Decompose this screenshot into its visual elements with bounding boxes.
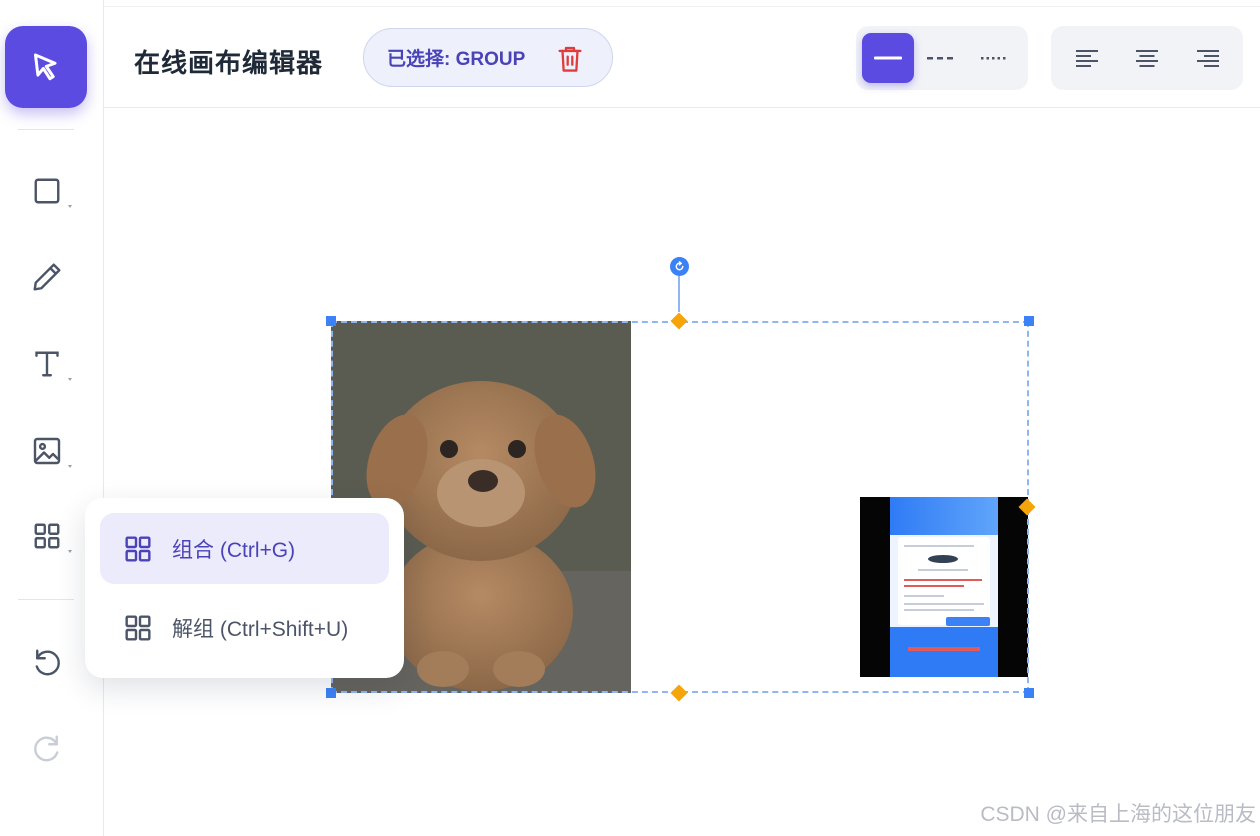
dotted-line-icon (981, 57, 1006, 60)
delete-trash-icon[interactable] (556, 44, 584, 74)
shape-tool-button[interactable] (8, 152, 86, 230)
group-menu-popup: 组合 (Ctrl+G) 解组 (Ctrl+Shift+U) (85, 498, 404, 678)
toolbar-divider (18, 129, 74, 130)
watermark-text: CSDN @来自上海的这位朋友 (980, 803, 1256, 826)
image-icon (33, 437, 61, 465)
text-tool-button[interactable] (8, 325, 86, 403)
group-tool-button[interactable] (8, 497, 86, 575)
redo-button[interactable] (8, 709, 86, 787)
cursor-arrow-icon (34, 53, 57, 81)
dashed-line-icon (927, 57, 953, 60)
resize-handle-bottom-right[interactable] (1024, 688, 1034, 698)
resize-handle-top-left[interactable] (326, 316, 336, 326)
rotate-icon (675, 261, 684, 271)
line-style-solid-button[interactable] (862, 33, 914, 83)
app-title: 在线画布编辑器 (134, 48, 324, 78)
align-center-icon (1136, 50, 1158, 67)
toolbar-divider (18, 599, 74, 600)
grid-icon (125, 614, 151, 641)
line-style-dashed-button[interactable] (914, 33, 966, 83)
screenshot-image-object[interactable] (860, 497, 1028, 677)
rotate-handle[interactable] (670, 257, 689, 276)
selection-label: 已选择: GROUP (387, 49, 526, 70)
select-tool-button[interactable] (5, 26, 87, 108)
resize-handle-bottom-left[interactable] (326, 688, 336, 698)
text-align-group (1051, 26, 1243, 90)
align-center-button[interactable] (1121, 33, 1173, 83)
submenu-caret-icon (68, 550, 72, 553)
group-menu-item[interactable]: 组合 (Ctrl+G) (100, 513, 389, 584)
undo-button[interactable] (8, 623, 86, 701)
canvas-editor-app: 在线画布编辑器 已选择: GROUP 组合 (Ctrl+G) 解组 (Ctrl+… (0, 0, 1260, 836)
align-right-icon (1197, 50, 1219, 67)
text-icon (35, 351, 59, 377)
header-bar: 在线画布编辑器 已选择: GROUP (104, 6, 1260, 108)
left-toolbar (0, 0, 104, 836)
group-menu-label: 组合 (Ctrl+G) (172, 538, 296, 562)
line-style-group (856, 26, 1028, 90)
grid-icon (34, 523, 60, 549)
resize-handle-top-right[interactable] (1024, 316, 1034, 326)
align-left-icon (1076, 50, 1098, 67)
redo-icon (34, 735, 59, 762)
ungroup-menu-item[interactable]: 解组 (Ctrl+Shift+U) (100, 592, 389, 663)
screenshot-page-illustration (890, 497, 998, 677)
ungroup-menu-label: 解组 (Ctrl+Shift+U) (172, 617, 349, 641)
drawing-canvas[interactable] (104, 108, 1260, 836)
submenu-caret-icon (68, 465, 72, 468)
square-icon (34, 178, 60, 204)
submenu-caret-icon (68, 378, 72, 381)
undo-icon (35, 649, 60, 676)
pen-tool-button[interactable] (8, 238, 86, 316)
line-style-dotted-button[interactable] (968, 33, 1020, 83)
rotation-connector (678, 276, 680, 312)
align-left-button[interactable] (1061, 33, 1113, 83)
selection-indicator: 已选择: GROUP (363, 28, 613, 87)
grid-icon (125, 535, 151, 562)
image-tool-button[interactable] (8, 412, 86, 490)
solid-line-icon (874, 56, 902, 60)
pencil-icon (33, 263, 61, 291)
align-right-button[interactable] (1182, 33, 1234, 83)
submenu-caret-icon (68, 205, 72, 208)
